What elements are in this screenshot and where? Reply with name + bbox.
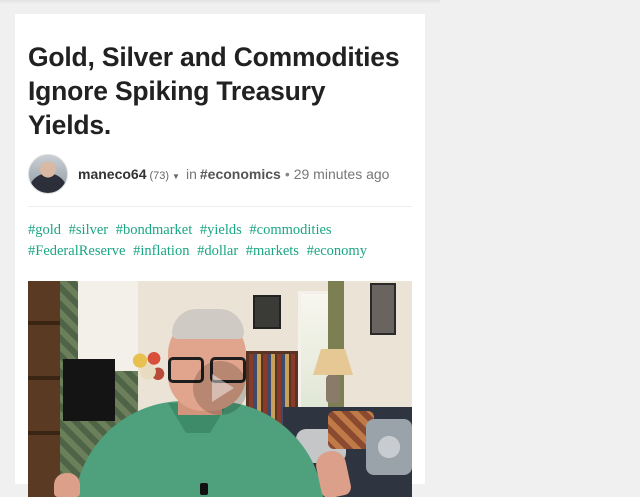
tag-link[interactable]: #inflation bbox=[133, 243, 189, 259]
video-scene-picture bbox=[370, 283, 396, 335]
video-person-mic bbox=[200, 483, 208, 495]
tag-link[interactable]: #FederalReserve bbox=[28, 243, 125, 259]
post-meta: maneco64 (73) ▼ in #economics • 29 minut… bbox=[78, 166, 389, 182]
author-reputation: (73) bbox=[149, 170, 170, 182]
divider bbox=[28, 206, 412, 207]
video-scene-shelf bbox=[28, 281, 60, 497]
video-scene-picture bbox=[253, 295, 281, 329]
post-card: Gold, Silver and Commodities Ignore Spik… bbox=[15, 14, 425, 497]
tag-link[interactable]: #markets bbox=[246, 243, 299, 259]
caret-down-icon[interactable]: ▼ bbox=[172, 172, 180, 181]
tag-link[interactable]: #dollar bbox=[197, 243, 238, 259]
shelf-board bbox=[28, 321, 60, 325]
tag-link[interactable]: #bondmarket bbox=[116, 222, 193, 238]
video-scene-lamp-base bbox=[326, 375, 340, 403]
play-icon bbox=[212, 374, 234, 402]
video-thumbnail[interactable] bbox=[28, 281, 412, 497]
author-row: maneco64 (73) ▼ in #economics • 29 minut… bbox=[28, 154, 412, 194]
video-scene-tv bbox=[63, 359, 115, 421]
shelf-board bbox=[28, 431, 60, 435]
video-person-hair bbox=[172, 309, 244, 339]
author-avatar[interactable] bbox=[28, 154, 68, 194]
shelf-board bbox=[28, 376, 60, 380]
post-time: 29 minutes ago bbox=[293, 166, 390, 182]
tag-link[interactable]: #yields bbox=[200, 222, 242, 238]
video-person-hand bbox=[54, 473, 80, 497]
tag-link[interactable]: #commodities bbox=[249, 222, 331, 238]
tag-link[interactable]: #gold bbox=[28, 222, 61, 238]
tag-link[interactable]: #economy bbox=[307, 243, 367, 259]
play-button[interactable] bbox=[193, 361, 247, 415]
author-name[interactable]: maneco64 bbox=[78, 166, 146, 182]
community-prefix: in bbox=[185, 166, 197, 182]
community-link[interactable]: #economics bbox=[200, 166, 281, 182]
meta-separator: • bbox=[284, 166, 290, 182]
post-title: Gold, Silver and Commodities Ignore Spik… bbox=[28, 42, 400, 140]
tag-link[interactable]: #silver bbox=[69, 222, 108, 238]
video-scene-flowers bbox=[128, 343, 168, 387]
page-top-shadow bbox=[0, 0, 440, 4]
tag-list: #gold #silver #bondmarket #yields #commo… bbox=[28, 220, 412, 262]
video-scene-cushion bbox=[366, 419, 412, 475]
